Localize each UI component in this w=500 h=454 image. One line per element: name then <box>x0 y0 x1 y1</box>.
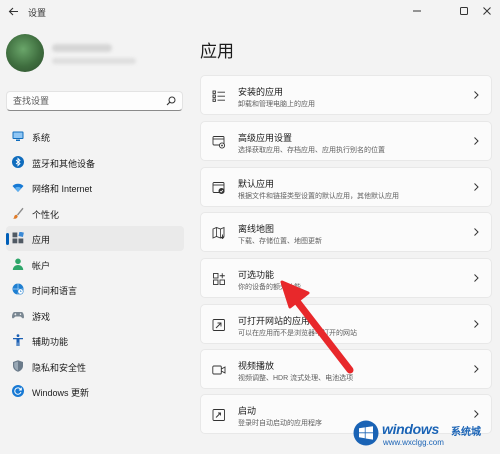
card-offline-maps[interactable]: 离线地图 下载、存储位置、地图更新 <box>200 212 492 252</box>
avatar[interactable] <box>6 34 44 72</box>
sidebar-item-label: 辅助功能 <box>32 337 69 347</box>
app-title: 设置 <box>28 8 47 18</box>
watermark-brand: windows <box>382 421 440 437</box>
sidebar-item-apps[interactable]: 应用 <box>6 226 184 251</box>
sidebar-item-network[interactable]: 网络和 Internet <box>6 175 184 200</box>
card-optional-features[interactable]: 可选功能 你的设备的额外功能 <box>200 258 492 298</box>
card-installed-apps[interactable]: 安装的应用 卸载和管理电脑上的应用 <box>200 75 492 115</box>
accessibility-icon <box>13 334 23 346</box>
card-video-playback[interactable]: 视频播放 视频调整、HDR 流式处理、电池选项 <box>200 349 492 389</box>
card-title: 启动 <box>238 406 257 416</box>
card-apps-for-websites[interactable]: 可打开网站的应用 可以在应用而不是浏览器中打开的网站 <box>200 304 492 344</box>
selection-indicator <box>6 233 9 245</box>
chevron-right-icon <box>474 274 479 282</box>
watermark: windows 系统城 www.wxclgg.com <box>353 418 497 450</box>
sidebar-item-label: Windows 更新 <box>32 388 90 398</box>
watermark-cn: 系统城 <box>451 427 481 438</box>
sidebar-item-label: 时间和语言 <box>32 286 78 296</box>
card-subtitle: 选择获取应用、存档应用、应用执行别名的位置 <box>238 147 385 154</box>
user-name-blurred <box>52 44 112 52</box>
card-title: 安装的应用 <box>238 87 284 97</box>
chevron-right-icon <box>474 365 479 373</box>
chevron-right-icon <box>474 320 479 328</box>
gamepad-icon <box>12 311 24 318</box>
user-email-blurred <box>52 58 136 64</box>
chevron-right-icon <box>474 228 479 236</box>
advanced-settings-icon <box>212 136 226 149</box>
default-apps-icon <box>212 182 225 194</box>
chevron-right-icon <box>474 137 479 145</box>
card-subtitle: 根据文件和链接类型设置的默认应用，其他默认应用 <box>238 193 399 200</box>
card-default-apps[interactable]: 默认应用 根据文件和链接类型设置的默认应用，其他默认应用 <box>200 167 492 207</box>
video-icon <box>212 365 226 375</box>
card-subtitle: 视频调整、HDR 流式处理、电池选项 <box>238 375 354 382</box>
sidebar-item-time-language[interactable]: 时间和语言 <box>6 277 184 302</box>
startup-icon <box>212 409 225 421</box>
close-button[interactable] <box>474 2 500 20</box>
close-icon <box>483 7 491 15</box>
search-box[interactable] <box>6 91 183 111</box>
optional-features-icon <box>213 273 225 285</box>
apps-icon <box>12 232 24 244</box>
maximize-icon <box>460 7 468 15</box>
back-button[interactable] <box>4 2 22 20</box>
sidebar-item-windows-update[interactable]: Windows 更新 <box>6 379 184 404</box>
search-input[interactable] <box>13 94 163 108</box>
sidebar-item-label: 帐户 <box>32 260 51 271</box>
watermark-url: www.wxclgg.com <box>383 438 444 447</box>
card-title: 默认应用 <box>238 179 275 189</box>
sidebar-item-gaming[interactable]: 游戏 <box>6 303 184 328</box>
sidebar-item-system[interactable]: 系统 <box>6 124 184 149</box>
sidebar-item-label: 个性化 <box>32 209 60 220</box>
page-title: 应用 <box>200 42 234 61</box>
sidebar-item-label: 蓝牙和其他设备 <box>32 158 96 169</box>
chevron-right-icon <box>474 91 479 99</box>
card-title: 可选功能 <box>238 270 275 280</box>
sidebar-item-label: 隐私和安全性 <box>32 362 87 373</box>
bluetooth-icon <box>12 155 24 168</box>
card-subtitle: 你的设备的额外功能 <box>238 284 301 291</box>
sidebar-item-accessibility[interactable]: 辅助功能 <box>6 328 184 353</box>
card-subtitle: 卸载和管理电脑上的应用 <box>238 101 315 108</box>
sidebar-item-label: 应用 <box>32 235 51 245</box>
sidebar-item-label: 网络和 Internet <box>32 184 93 194</box>
globe-clock-icon <box>12 283 24 295</box>
refresh-icon <box>12 385 24 397</box>
shield-icon <box>13 359 23 372</box>
monitor-icon <box>12 131 24 141</box>
card-title: 可打开网站的应用 <box>238 316 311 326</box>
card-title: 离线地图 <box>238 224 275 234</box>
chevron-right-icon <box>474 183 479 191</box>
sidebar-nav: 系统 蓝牙和其他设备 网络和 Internet 个性化 应用 帐户 时间和语言 … <box>6 124 184 405</box>
paintbrush-icon <box>12 207 24 219</box>
card-title: 视频播放 <box>238 361 275 371</box>
search-icon <box>166 96 176 106</box>
sidebar-item-label: 游戏 <box>32 311 51 322</box>
sidebar-item-bluetooth[interactable]: 蓝牙和其他设备 <box>6 150 184 175</box>
open-in-app-icon <box>212 319 225 331</box>
sidebar-item-accounts[interactable]: 帐户 <box>6 252 184 277</box>
sidebar-item-label: 系统 <box>32 133 51 143</box>
sidebar-item-privacy[interactable]: 隐私和安全性 <box>6 354 184 379</box>
person-icon <box>12 258 24 270</box>
card-subtitle: 下载、存储位置、地图更新 <box>238 238 322 245</box>
card-advanced-app-settings[interactable]: 高级应用设置 选择获取应用、存档应用、应用执行别名的位置 <box>200 121 492 161</box>
card-subtitle: 可以在应用而不是浏览器中打开的网站 <box>238 330 357 337</box>
wifi-icon <box>12 183 24 192</box>
minimize-button[interactable] <box>404 2 430 20</box>
title-bar: 设置 <box>0 0 500 24</box>
map-icon <box>212 226 225 240</box>
sidebar-item-personalization[interactable]: 个性化 <box>6 201 184 226</box>
card-subtitle: 登录时自动启动的应用程序 <box>238 420 322 427</box>
minimize-icon <box>413 10 421 12</box>
windows-logo-icon <box>353 420 379 446</box>
back-arrow-icon <box>8 7 18 15</box>
card-title: 高级应用设置 <box>238 133 293 143</box>
installed-apps-icon <box>212 90 225 102</box>
